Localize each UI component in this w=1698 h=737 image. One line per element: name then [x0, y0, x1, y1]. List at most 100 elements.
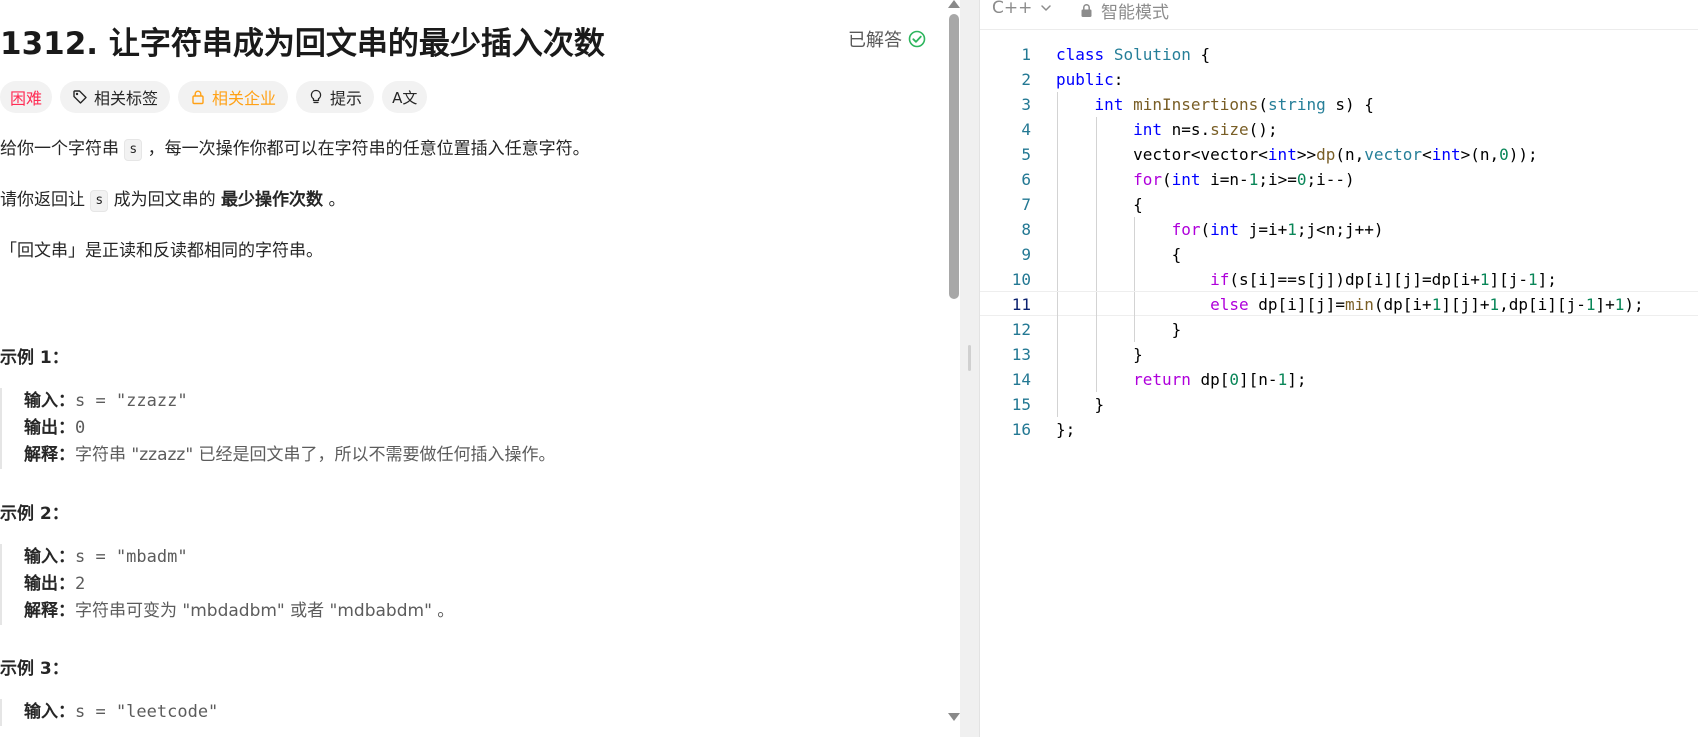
code-line[interactable]: 4 int n=s.size(); — [980, 117, 1698, 142]
hint-tag-button[interactable]: 提示 — [296, 81, 375, 113]
code-token: string — [1267, 95, 1326, 114]
example-3-title: 示例 3： — [0, 659, 69, 679]
code-text: { — [1056, 192, 1143, 217]
code-token: int — [1210, 220, 1240, 239]
code-token: 0 — [1229, 370, 1240, 389]
code-line[interactable]: 10 if(s[i]==s[j])dp[i][j]=dp[i+1][j-1]; — [980, 267, 1698, 292]
desc-text: 给你一个字符串 — [0, 139, 125, 159]
code-token: ( — [1258, 95, 1268, 114]
scroll-up-arrow-icon[interactable] — [948, 0, 960, 8]
mode-label: 智能模式 — [1101, 3, 1169, 23]
code-token: int — [1431, 145, 1461, 164]
code-token: if — [1210, 270, 1230, 289]
example-input-line: 输入：s = "leetcode" — [24, 699, 880, 726]
example-1-block: 输入：s = "zzazz" 输出：0 解释：字符串 "zzazz" 已经是回文… — [0, 388, 880, 469]
code-token: else — [1210, 295, 1249, 314]
line-number: 8 — [1021, 220, 1031, 239]
code-line[interactable]: 5 vector<vector<int>>dp(n,vector<int>(n,… — [980, 142, 1698, 167]
code-token: for — [1171, 220, 1201, 239]
code-token: ;i>= — [1258, 170, 1297, 189]
lock-icon — [192, 90, 204, 105]
code-line[interactable]: 12 } — [980, 317, 1698, 342]
tags-row: 困难 相关标签 相关企业 提示 A文 — [0, 80, 428, 114]
topics-tag-button[interactable]: 相关标签 — [60, 81, 171, 113]
code-line[interactable]: 11 else dp[i][j]=min(dp[i+1][j]+1,dp[i][… — [980, 291, 1698, 317]
code-line[interactable]: 7 { — [980, 192, 1698, 217]
problem-description-panel: 1312. 让字符串成为回文串的最少插入次数 已解答 困难 相关标签 相关企业 … — [0, 0, 950, 737]
line-number: 5 — [1021, 145, 1031, 164]
smart-mode-select[interactable]: 智能模式 — [1080, 0, 1169, 23]
code-line[interactable]: 15 } — [980, 392, 1698, 417]
example-2-block: 输入：s = "mbadm" 输出：2 解释：字符串可变为 "mbdadbm" … — [0, 544, 880, 625]
output-value: 2 — [75, 574, 86, 594]
drag-grip-icon[interactable] — [968, 345, 971, 371]
code-token: Solution — [1113, 45, 1191, 64]
check-circle-icon — [908, 30, 926, 48]
translate-button[interactable]: A文 — [382, 81, 428, 113]
line-number: 10 — [1011, 270, 1031, 289]
inline-code: s — [90, 190, 109, 212]
code-line[interactable]: 9 { — [980, 242, 1698, 267]
code-line[interactable]: 8 for(int j=i+1;j<n;j++) — [980, 217, 1698, 242]
code-token: size — [1210, 120, 1249, 139]
input-label: 输入： — [24, 702, 75, 722]
problem-title[interactable]: 1312. 让字符串成为回文串的最少插入次数 — [0, 18, 605, 63]
code-text: } — [1056, 317, 1182, 342]
code-line[interactable]: 3 int minInsertions(string s) { — [980, 92, 1698, 117]
example-3-block: 输入：s = "leetcode" — [0, 699, 880, 726]
desc-text: ，每一次操作你都可以在字符串的任意位置插入任意字符。 — [142, 139, 590, 159]
code-token: 0 — [1499, 145, 1509, 164]
line-number: 16 — [1011, 420, 1031, 439]
code-text: } — [1056, 342, 1143, 367]
explanation-label: 解释： — [24, 601, 75, 621]
code-token: 1 — [1614, 295, 1625, 314]
code-token: ,dp[i][j- — [1499, 295, 1586, 314]
code-token: ); — [1624, 295, 1644, 314]
lightbulb-icon — [310, 89, 322, 104]
code-token: }; — [1056, 420, 1076, 439]
code-text: class Solution { — [1056, 42, 1210, 67]
description-scroll-thumb[interactable] — [949, 14, 959, 299]
code-line[interactable]: 1 class Solution { — [980, 42, 1698, 67]
code-token: )); — [1508, 145, 1538, 164]
code-text: for(int i=n-1;i>=0;i--) — [1056, 167, 1355, 192]
scroll-down-arrow-icon[interactable] — [948, 713, 960, 721]
code-token: ][j]+ — [1441, 295, 1490, 314]
code-line[interactable]: 13 } — [980, 342, 1698, 367]
inline-code: s — [124, 139, 143, 161]
code-text: }; — [1056, 417, 1075, 442]
companies-tag-button[interactable]: 相关企业 — [178, 81, 289, 113]
language-label: C++ — [992, 0, 1033, 18]
line-number: 11 — [1011, 295, 1031, 314]
code-line[interactable]: 14 return dp[0][n-1]; — [980, 367, 1698, 392]
code-text: int minInsertions(string s) { — [1056, 92, 1374, 117]
explanation-value: 字符串 "zzazz" 已经是回文串了，所以不需要做任何插入操作。 — [75, 445, 556, 465]
code-token: ;j<n;j++) — [1296, 220, 1384, 239]
code-line[interactable]: 2 public: — [980, 67, 1698, 92]
line-number: 6 — [1021, 170, 1031, 189]
line-number: 15 — [1011, 395, 1031, 414]
code-text: vector<vector<int>>dp(n,vector<int>(n,0)… — [1056, 142, 1538, 167]
code-token: 0 — [1296, 170, 1307, 189]
output-label: 输出： — [24, 418, 75, 438]
code-text: else dp[i][j]=min(dp[i+1][j]+1,dp[i][j-1… — [1056, 292, 1644, 317]
language-select[interactable]: C++ — [992, 0, 1052, 18]
code-area[interactable]: 1 class Solution {2 public: 3 int minInsert… — [980, 42, 1698, 732]
code-token: return — [1133, 370, 1191, 389]
input-label: 输入： — [24, 547, 75, 567]
explanation-label: 解释： — [24, 445, 75, 465]
code-token: 1 — [1489, 295, 1500, 314]
code-token: ]+ — [1595, 295, 1615, 314]
code-token: dp[ — [1190, 370, 1230, 389]
code-token: >> — [1296, 145, 1317, 164]
code-line[interactable]: 16}; — [980, 417, 1698, 442]
code-line[interactable]: 6 for(int i=n-1;i>=0;i--) — [980, 167, 1698, 192]
code-token: i=n- — [1200, 170, 1249, 189]
desc-text: 。 — [323, 190, 346, 210]
code-token: 1 — [1287, 220, 1297, 239]
difficulty-badge[interactable]: 困难 — [0, 81, 53, 113]
chevron-down-icon — [1041, 5, 1052, 11]
